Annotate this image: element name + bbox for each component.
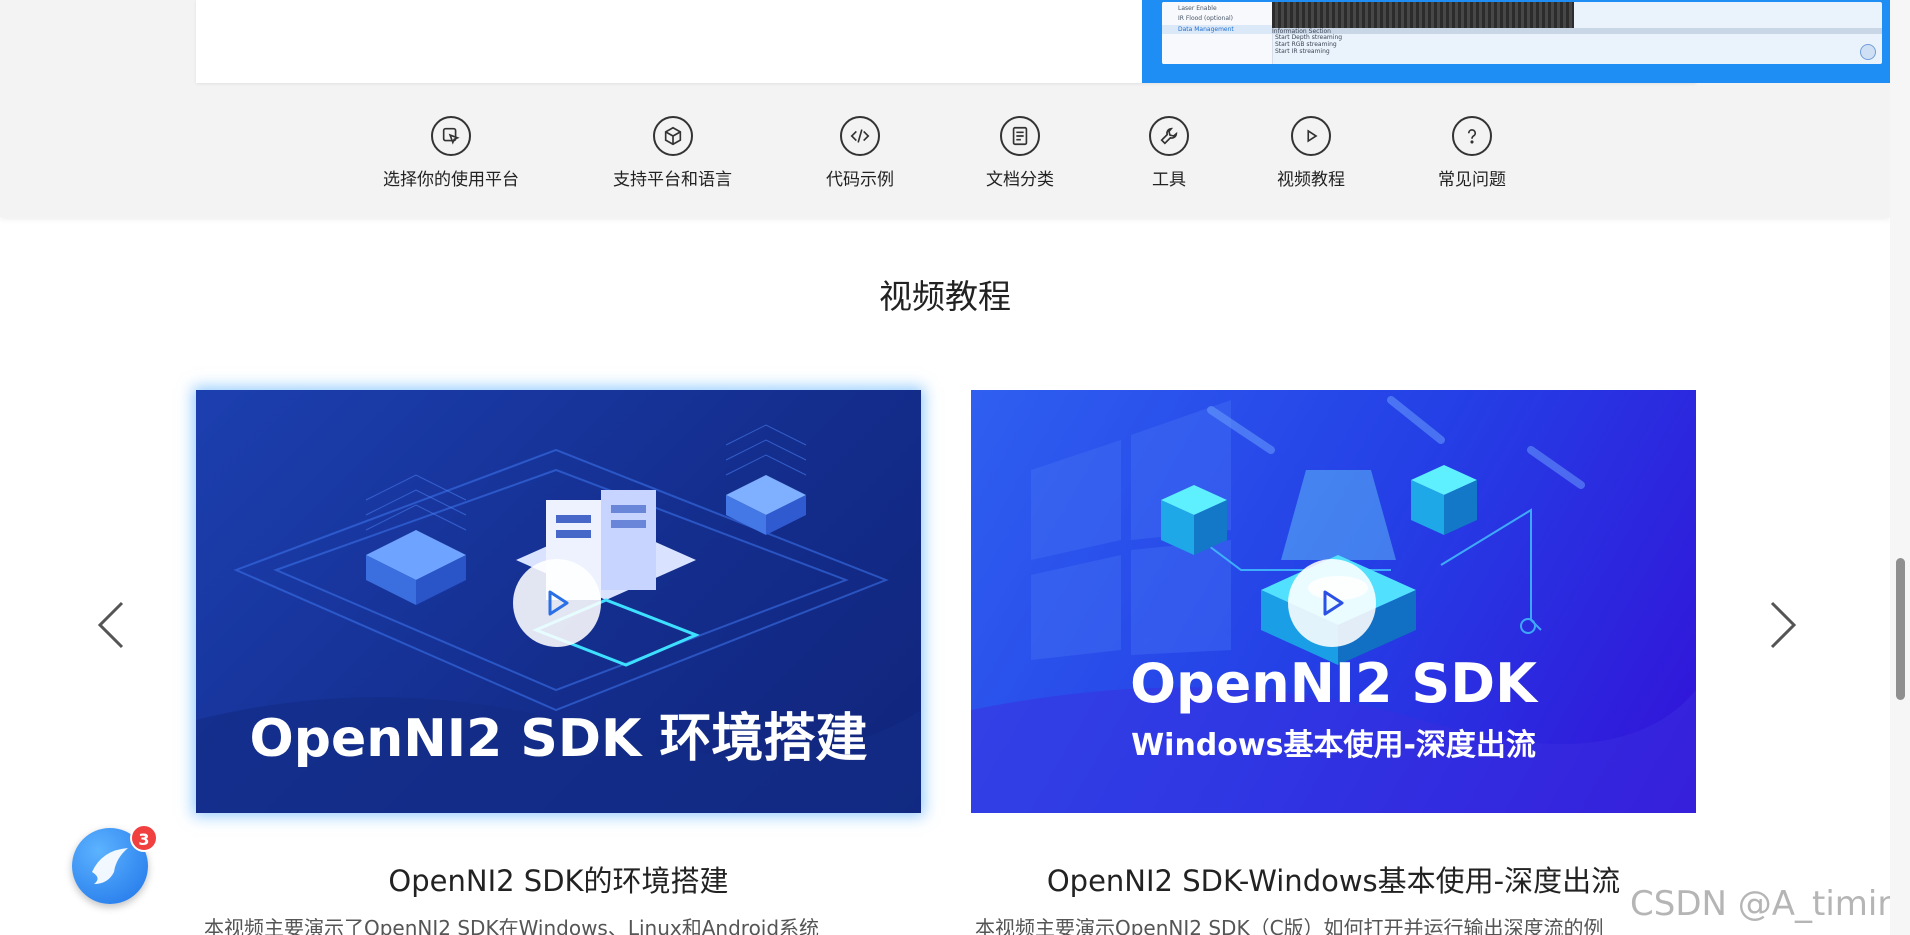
nav-item-code-samples[interactable]: 代码示例 — [826, 116, 894, 190]
nav-label: 工具 — [1152, 170, 1186, 190]
chevron-left-icon — [97, 601, 124, 649]
code-icon — [840, 116, 880, 156]
nav-label: 代码示例 — [826, 170, 894, 190]
nav-item-platform[interactable]: 选择你的使用平台 — [383, 116, 519, 190]
document-icon — [1000, 116, 1040, 156]
nav-label: 视频教程 — [1277, 170, 1345, 190]
screenshot-info: Information Section Start Depth streamin… — [1272, 28, 1882, 64]
screenshot-info-line: Start IR streaming — [1275, 48, 1330, 55]
cursor-click-icon — [431, 116, 471, 156]
play-icon — [1323, 590, 1344, 616]
nav-item-languages[interactable]: 支持平台和语言 — [613, 116, 732, 190]
question-icon — [1452, 116, 1492, 156]
nav-item-video-tutorials[interactable]: 视频教程 — [1277, 116, 1345, 190]
notification-badge: 3 — [130, 824, 158, 852]
nav-label: 文档分类 — [986, 170, 1054, 190]
chevron-right-icon — [1770, 601, 1797, 649]
thumbnail-title: OpenNI2 SDK 环境搭建 — [249, 709, 868, 769]
nav-item-tools[interactable]: 工具 — [1149, 116, 1189, 190]
screenshot-menu-item: Laser Enable — [1178, 5, 1217, 12]
globe-icon — [1860, 44, 1876, 60]
nav-item-docs[interactable]: 文档分类 — [986, 116, 1054, 190]
screenshot-info-line: Start Depth streaming — [1275, 34, 1343, 41]
nav-label: 支持平台和语言 — [613, 170, 732, 190]
video-title-1[interactable]: OpenNI2 SDK的环境搭建 — [196, 858, 921, 900]
quick-nav: 选择你的使用平台 支持平台和语言 代码示例 文档分类 工具 视频教程 常见问题 — [0, 92, 1890, 217]
video-description-2: 本视频主要演示OpenNI2 SDK（C版）如何打开并运行输出深度流的例 — [975, 916, 1604, 935]
video-title-2[interactable]: OpenNI2 SDK-Windows基本使用-深度出流 — [971, 858, 1696, 900]
watermark: CSDN @A_timing — [1630, 884, 1910, 924]
hero-card: Laser Enable IR Flood (optional) Data Ma… — [196, 0, 1892, 83]
play-circle-icon — [1291, 116, 1331, 156]
play-button[interactable] — [1288, 559, 1376, 647]
screenshot-menu-active: Data Management — [1162, 25, 1272, 34]
nav-label: 常见问题 — [1438, 170, 1506, 190]
screenshot-info-line: Start RGB streaming — [1275, 41, 1337, 48]
video-thumbnail-2[interactable]: OpenNI2 SDK Windows基本使用-深度出流 — [971, 390, 1696, 813]
thumbnail-subtitle: Windows基本使用-深度出流 — [1131, 728, 1536, 763]
wrench-icon — [1149, 116, 1189, 156]
video-description-1: 本视频主要演示了OpenNI2 SDK在Windows、Linux和Androi… — [204, 916, 820, 935]
video-thumbnail-1[interactable]: OpenNI2 SDK 环境搭建 — [196, 390, 921, 813]
carousel-prev-button[interactable] — [92, 595, 132, 655]
carousel-next-button[interactable] — [1762, 595, 1802, 655]
screenshot-window: Laser Enable IR Flood (optional) Data Ma… — [1162, 2, 1882, 64]
box-icon — [652, 116, 693, 156]
play-icon — [548, 590, 569, 616]
scrollbar-thumb[interactable] — [1896, 558, 1905, 700]
software-screenshot: Laser Enable IR Flood (optional) Data Ma… — [1142, 0, 1892, 83]
screenshot-depth-preview — [1272, 2, 1574, 28]
section-title: 视频教程 — [879, 277, 1011, 316]
screenshot-sidebar: Laser Enable IR Flood (optional) Data Ma… — [1162, 2, 1273, 64]
scrollbar-track[interactable] — [1890, 0, 1910, 935]
nav-label: 选择你的使用平台 — [383, 170, 519, 190]
thumbnail-title: OpenNI2 SDK — [1130, 652, 1537, 715]
screenshot-menu-item: IR Flood (optional) — [1178, 15, 1234, 22]
play-button[interactable] — [513, 559, 601, 647]
nav-item-faq[interactable]: 常见问题 — [1438, 116, 1506, 190]
